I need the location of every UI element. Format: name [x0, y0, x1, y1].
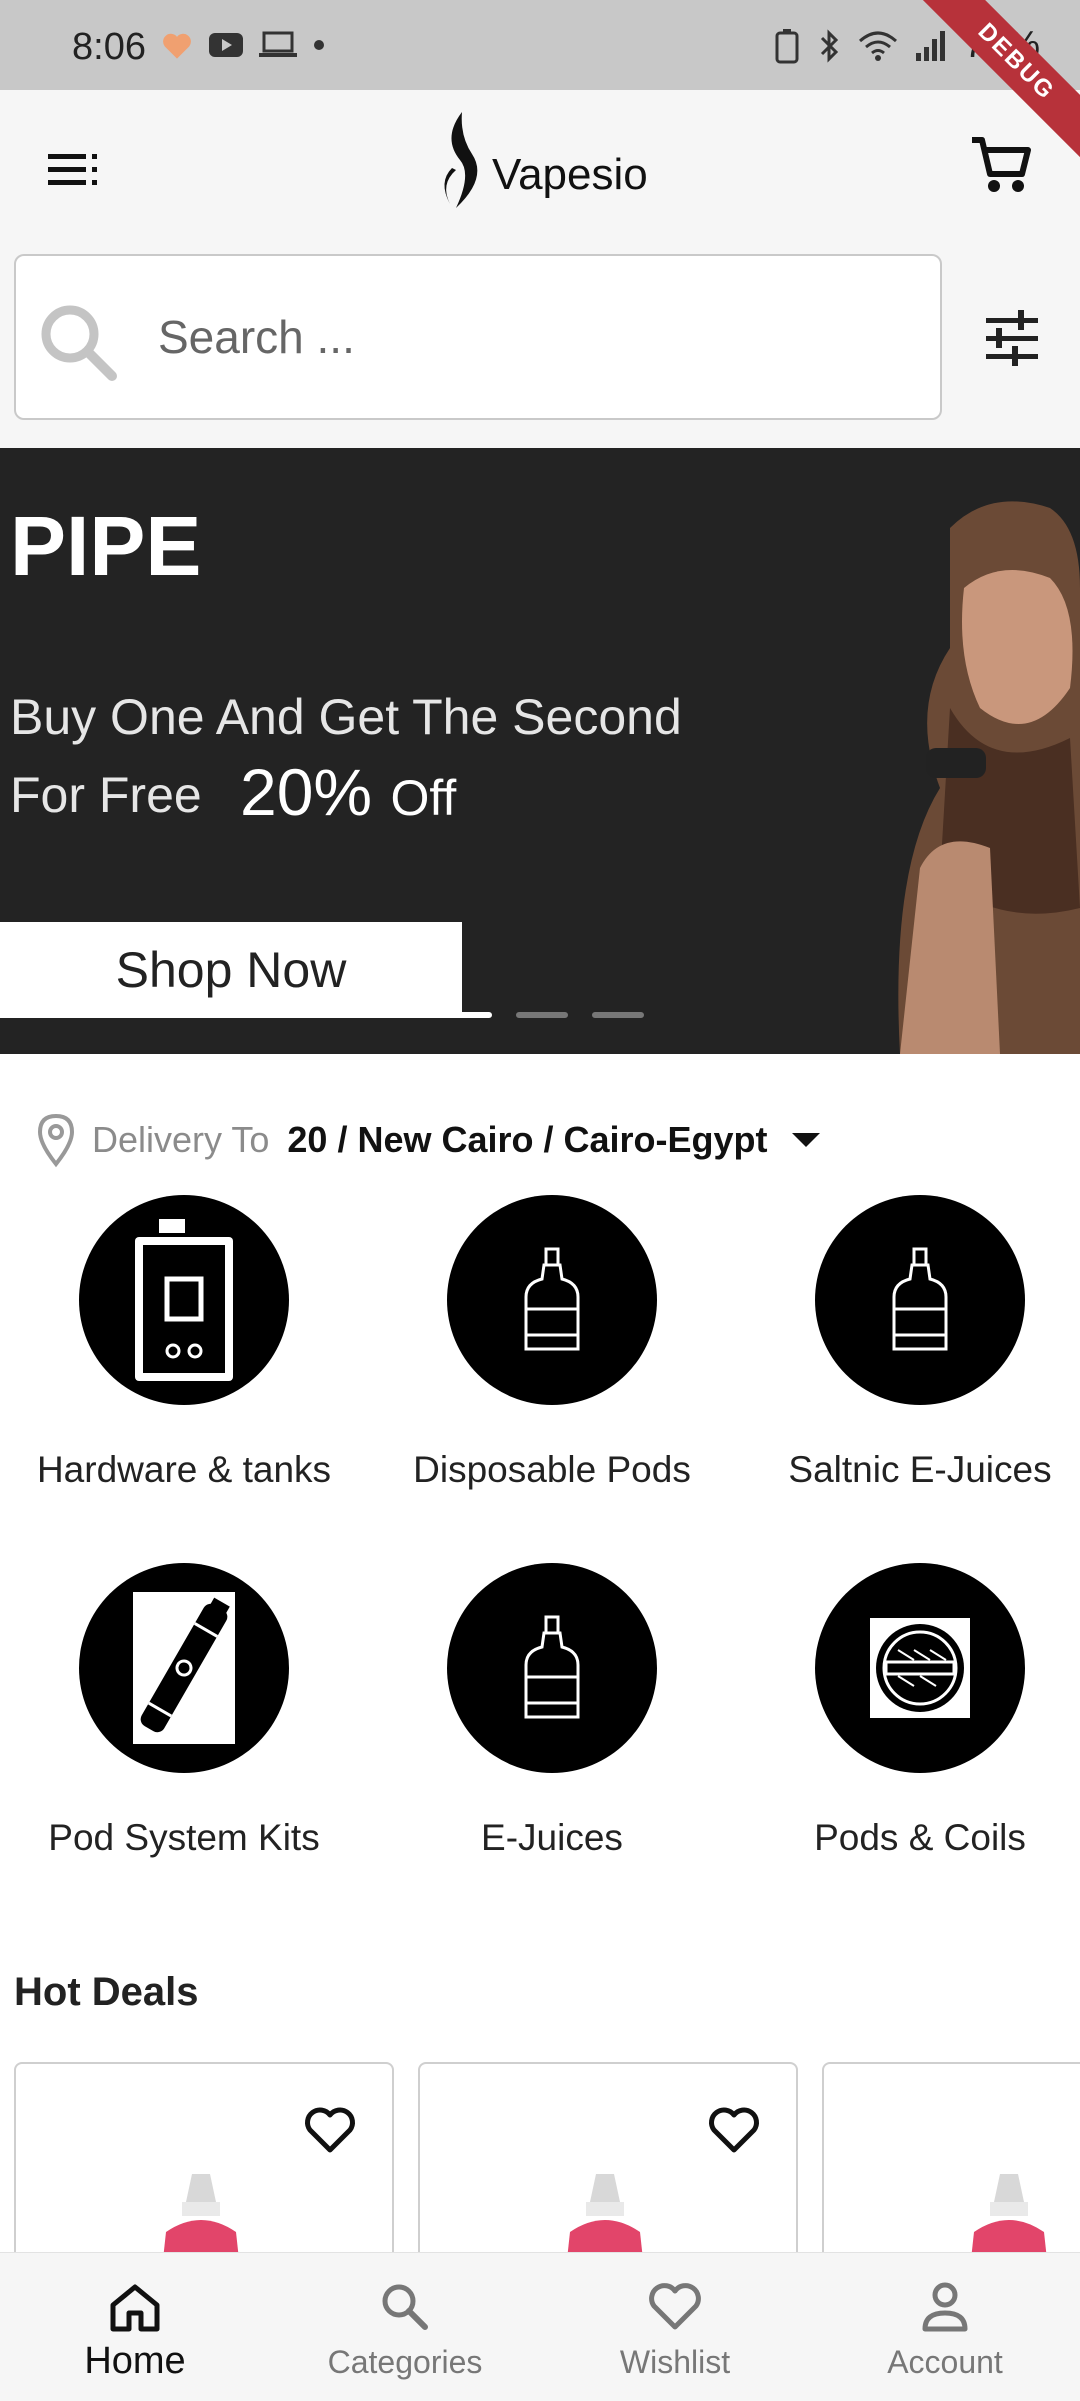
heart-notification-icon: [163, 33, 191, 59]
banner-discount: 20% Off: [240, 754, 456, 830]
category-item[interactable]: Saltnic E-Juices: [736, 1195, 1080, 1491]
category-circle[interactable]: [815, 1195, 1025, 1405]
discount-suffix: Off: [390, 770, 457, 826]
nav-label: Categories: [327, 2344, 483, 2380]
status-time: 8:06: [72, 26, 146, 68]
category-circle[interactable]: [79, 1195, 289, 1405]
bluetooth-icon: [820, 28, 839, 63]
nav-account[interactable]: Account: [810, 2253, 1080, 2401]
delivery-address[interactable]: 20 / New Cairo / Cairo-Egypt: [287, 1119, 767, 1161]
bottom-navigation: Home Categories Wishlist Account: [0, 2252, 1080, 2401]
filter-icon[interactable]: [980, 306, 1044, 370]
dropdown-arrow-icon[interactable]: [791, 1133, 820, 1147]
home-icon: [110, 2284, 160, 2332]
laptop-icon: [259, 31, 297, 57]
battery-saver-icon: [775, 28, 799, 63]
logo-text: Vapesio: [492, 150, 648, 199]
bottle-icon: [892, 1247, 948, 1351]
shop-now-button[interactable]: Shop Now: [0, 922, 462, 1018]
category-label: E-Juices: [481, 1817, 623, 1858]
category-item[interactable]: E-Juices: [368, 1563, 736, 1859]
bottle-icon: [524, 1615, 580, 1719]
app-bar: Vapesio: [0, 90, 1080, 250]
coil-icon: [870, 1618, 970, 1718]
category-item[interactable]: Disposable Pods: [368, 1195, 736, 1491]
bottle-icon: [524, 1247, 580, 1351]
nav-wishlist[interactable]: Wishlist: [540, 2253, 810, 2401]
category-item[interactable]: Pod System Kits: [0, 1563, 368, 1859]
category-item[interactable]: Pods & Coils: [736, 1563, 1080, 1859]
status-bar: 8:06 72%: [0, 0, 1080, 90]
category-label: Saltnic E-Juices: [788, 1449, 1052, 1490]
banner-pagination: [440, 1012, 644, 1018]
hot-deals-title: Hot Deals: [14, 1970, 199, 2014]
menu-icon[interactable]: [44, 140, 104, 200]
category-label: Hardware & tanks: [36, 1449, 332, 1490]
heart-icon: [649, 2283, 701, 2330]
youtube-icon: [209, 33, 243, 57]
category-circle[interactable]: [447, 1563, 657, 1773]
person-icon: [922, 2282, 968, 2332]
nav-label: Wishlist: [619, 2344, 731, 2380]
signal-icon: [915, 30, 945, 61]
category-label: Disposable Pods: [413, 1449, 691, 1490]
pod-kit-icon: [133, 1592, 235, 1744]
heart-icon[interactable]: [706, 2102, 762, 2158]
pagination-dot[interactable]: [440, 1012, 492, 1018]
search-input[interactable]: [156, 296, 900, 378]
delivery-label: Delivery To: [92, 1119, 270, 1160]
wifi-icon: [858, 31, 897, 61]
cart-icon[interactable]: [966, 130, 1036, 200]
heart-icon[interactable]: [302, 2102, 358, 2158]
category-item[interactable]: Hardware & tanks: [0, 1195, 368, 1491]
hardware-tank-icon: [135, 1219, 233, 1381]
logo-flame-icon: [444, 112, 478, 208]
category-circle[interactable]: [79, 1563, 289, 1773]
notification-icons: [160, 30, 326, 60]
banner-headline: PIPE: [10, 499, 202, 593]
banner-line-2: For Free: [10, 767, 202, 823]
banner-line-1: Buy One And Get The Second: [10, 689, 682, 745]
app-logo: Vapesio: [432, 108, 648, 212]
pagination-dot[interactable]: [516, 1012, 568, 1018]
search-icon: [41, 305, 117, 381]
nav-home[interactable]: Home: [0, 2253, 270, 2401]
dot-icon: [314, 40, 324, 50]
category-circle[interactable]: [815, 1563, 1025, 1773]
category-label: Pod System Kits: [48, 1817, 320, 1858]
search-area: [0, 250, 1080, 448]
nav-label: Account: [887, 2344, 1003, 2380]
banner-model-image: [898, 501, 1080, 1054]
category-label: Pods & Coils: [814, 1817, 1026, 1858]
promo-banner[interactable]: PIPE Buy One And Get The Second For Free…: [0, 448, 1080, 1054]
pagination-dot[interactable]: [592, 1012, 644, 1018]
nav-categories[interactable]: Categories: [270, 2253, 540, 2401]
location-pin-icon: [37, 1113, 75, 1168]
delivery-selector[interactable]: Delivery To 20 / New Cairo / Cairo-Egypt: [34, 1108, 820, 1172]
category-circle[interactable]: [447, 1195, 657, 1405]
nav-label: Home: [84, 2340, 186, 2382]
search-box[interactable]: [14, 254, 942, 420]
search-icon: [382, 2284, 428, 2330]
discount-value: 20%: [240, 755, 373, 829]
